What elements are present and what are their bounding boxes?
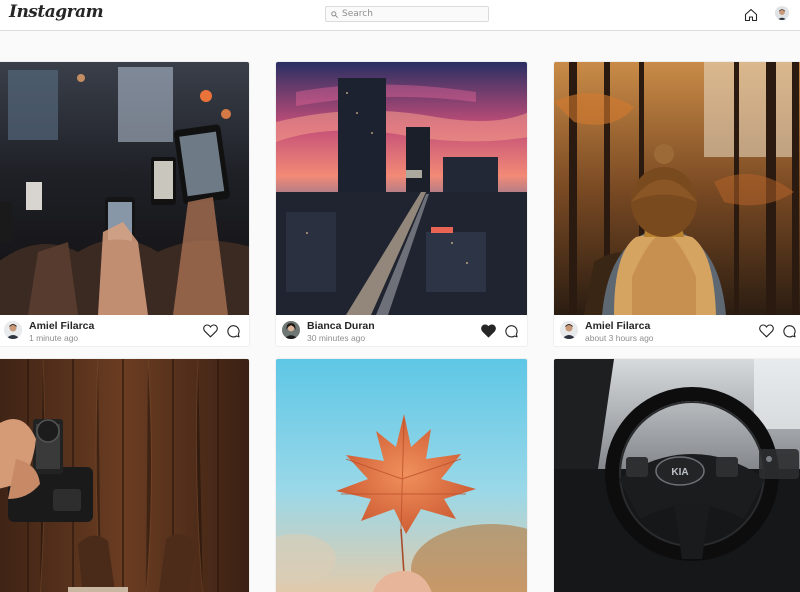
top-navbar: Instagram [0, 0, 800, 31]
post-card [0, 358, 250, 592]
search-input[interactable] [342, 9, 472, 19]
post-card [275, 358, 528, 592]
post-meta: Bianca Duran 30 minutes ago [276, 315, 527, 346]
comment-icon[interactable] [782, 323, 796, 338]
post-image-camera[interactable] [0, 359, 249, 592]
post-time: 30 minutes ago [307, 333, 366, 343]
user-avatar[interactable] [4, 321, 22, 339]
search-box[interactable] [325, 6, 489, 22]
post-meta: Amiel Filarca about 3 hours ago [554, 315, 800, 346]
post-card: Bianca Duran 30 minutes ago [275, 61, 528, 347]
user-avatar[interactable] [560, 321, 578, 339]
post-card: KIA [553, 358, 800, 592]
profile-avatar[interactable] [775, 6, 789, 20]
instagram-logo[interactable]: Instagram [9, 2, 104, 22]
svg-text:KIA: KIA [671, 467, 688, 478]
post-image-concert[interactable] [0, 62, 249, 315]
username[interactable]: Amiel Filarca [29, 320, 94, 332]
user-avatar[interactable] [282, 321, 300, 339]
post-time: 1 minute ago [29, 333, 79, 343]
post-image-forest[interactable] [554, 62, 800, 315]
post-image-leaf[interactable] [276, 359, 527, 592]
post-image-car[interactable]: KIA [554, 359, 800, 592]
home-icon[interactable] [744, 7, 758, 22]
username[interactable]: Bianca Duran [307, 320, 375, 332]
post-time: about 3 hours ago [585, 333, 654, 343]
post-image-city[interactable] [276, 62, 527, 315]
post-meta: Amiel Filarca 1 minute ago [0, 315, 249, 346]
search-icon [331, 10, 338, 18]
comment-icon[interactable] [504, 323, 518, 338]
post-card: Amiel Filarca 1 minute ago [0, 61, 250, 347]
heart-icon[interactable] [203, 323, 218, 338]
heart-icon[interactable] [759, 323, 774, 338]
comment-icon[interactable] [226, 323, 240, 338]
heart-filled-icon[interactable] [481, 323, 496, 338]
post-card: Amiel Filarca about 3 hours ago [553, 61, 800, 347]
username[interactable]: Amiel Filarca [585, 320, 650, 332]
